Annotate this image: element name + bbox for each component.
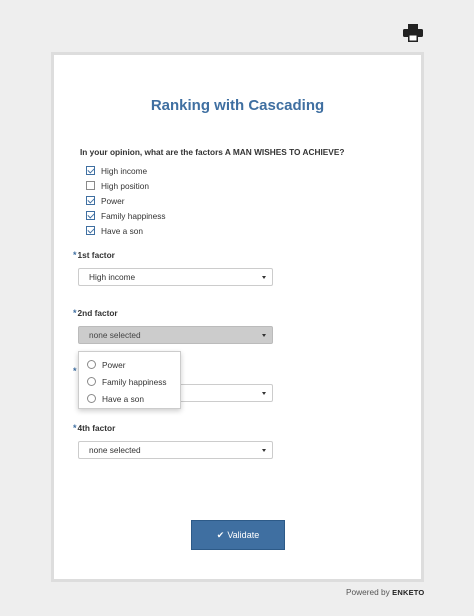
option-high-position[interactable]: High position (86, 178, 166, 193)
form-card: Ranking with Cascading In your opinion, … (51, 52, 424, 582)
option-label: Family happiness (101, 210, 166, 221)
radio-button[interactable] (87, 394, 96, 403)
checkbox-checked[interactable] (86, 196, 95, 205)
required-mark: * (73, 250, 77, 260)
checkbox-checked[interactable] (86, 226, 95, 235)
required-mark: * (73, 308, 77, 318)
dropdown-option-have-a-son[interactable]: Have a son (79, 390, 180, 407)
factor-4-select[interactable]: none selected (78, 441, 273, 459)
factor-2-select[interactable]: none selected (78, 326, 273, 344)
factor-1-select[interactable]: High income (78, 268, 273, 286)
select-value: High income (89, 272, 136, 282)
dropdown-option-label: Have a son (102, 393, 144, 404)
option-label: Have a son (101, 225, 143, 236)
checkbox-checked[interactable] (86, 211, 95, 220)
checkbox-checked[interactable] (86, 166, 95, 175)
radio-button[interactable] (87, 360, 96, 369)
dropdown-option-power[interactable]: Power (79, 356, 180, 373)
form-title: Ranking with Cascading (150, 97, 325, 114)
option-family-happiness[interactable]: Family happiness (86, 208, 166, 223)
select-value: none selected (89, 445, 141, 455)
dropdown-option-family-happiness[interactable]: Family happiness (79, 373, 180, 390)
powered-by: Powered by ENKETO (346, 587, 424, 597)
dropdown-option-label: Family happiness (102, 376, 167, 387)
option-label: High position (101, 180, 149, 191)
option-label: High income (101, 165, 148, 176)
validate-button[interactable]: ✔ Validate (191, 520, 285, 550)
option-label: Power (101, 195, 125, 206)
question-label: In your opinion, what are the factors A … (80, 147, 345, 157)
caret-down-icon (262, 392, 266, 395)
enketo-logo[interactable]: ENKETO (392, 588, 424, 597)
factor-2-label: *2nd factor (73, 308, 118, 318)
required-mark: * (73, 366, 77, 376)
option-have-a-son[interactable]: Have a son (86, 223, 166, 238)
caret-down-icon (262, 334, 266, 337)
print-icon (403, 24, 423, 42)
check-icon: ✔ (216, 530, 225, 540)
required-mark: * (73, 423, 77, 433)
select-value: none selected (89, 330, 141, 340)
factor-2-dropdown: Power Family happiness Have a son (78, 351, 181, 409)
dropdown-option-label: Power (102, 359, 126, 370)
factor-3-label: * (73, 366, 78, 376)
caret-down-icon (262, 449, 266, 452)
powered-by-text: Powered by (346, 587, 390, 597)
radio-button[interactable] (87, 377, 96, 386)
factor-4-label: *4th factor (73, 423, 116, 433)
option-high-income[interactable]: High income (86, 163, 166, 178)
factor-checklist: High income High position Power Family h… (86, 163, 166, 238)
caret-down-icon (262, 276, 266, 279)
validate-label: Validate (227, 530, 260, 540)
print-button[interactable] (403, 24, 423, 42)
checkbox-unchecked[interactable] (86, 181, 95, 190)
option-power[interactable]: Power (86, 193, 166, 208)
factor-1-label: *1st factor (73, 250, 115, 260)
